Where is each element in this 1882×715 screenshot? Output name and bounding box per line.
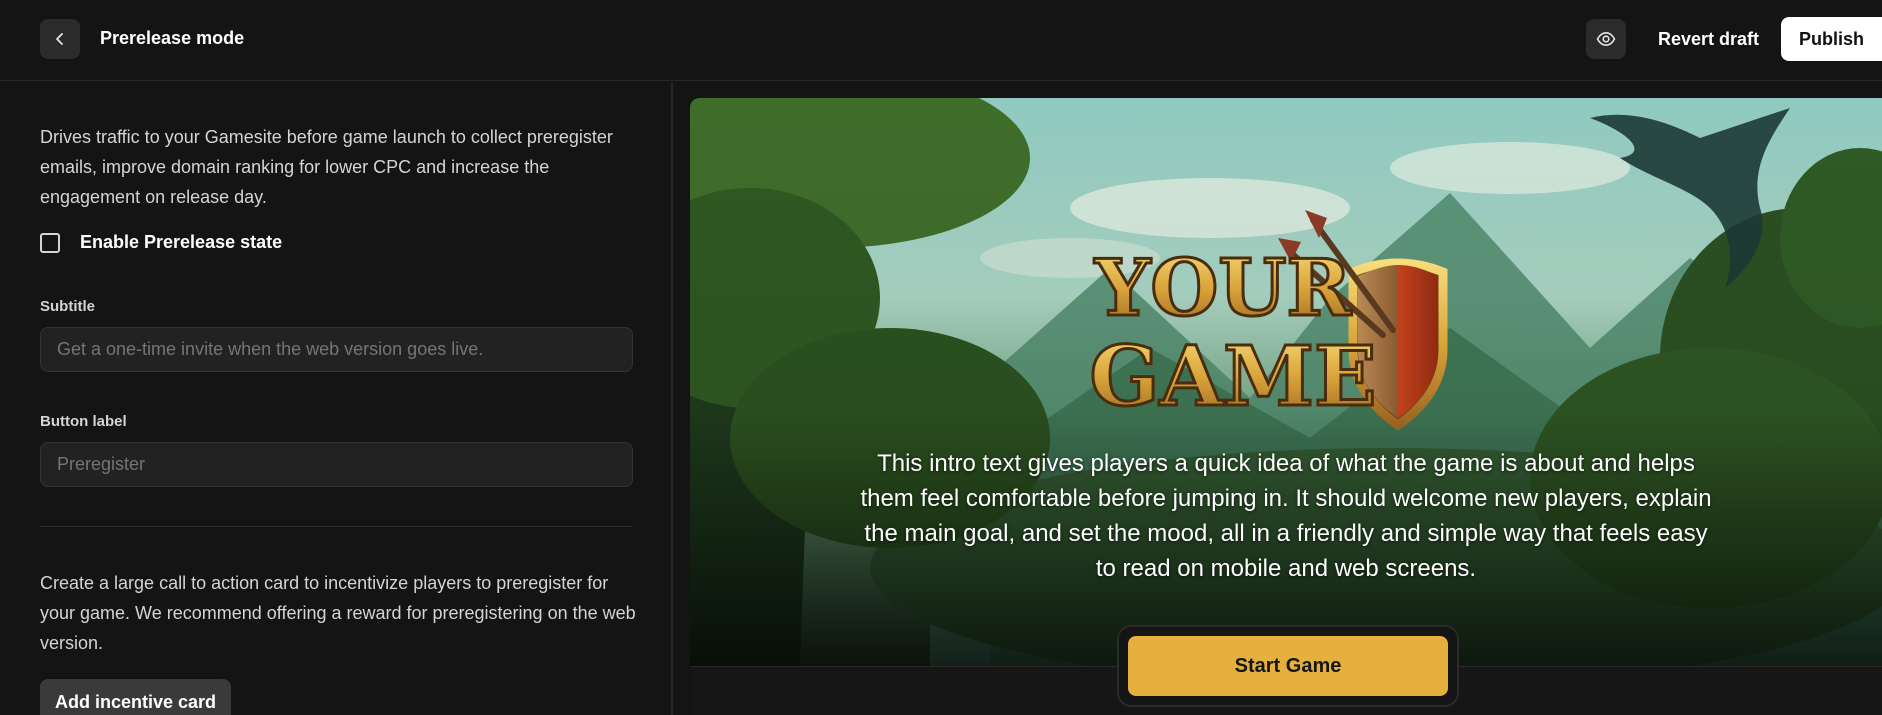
page-title: Prerelease mode [100, 28, 245, 48]
subtitle-input[interactable] [40, 327, 633, 372]
revert-draft-button[interactable]: Revert draft [1648, 19, 1769, 59]
top-bar: Prerelease mode Revert draft Publish [0, 0, 1882, 81]
logo-text-line-1: YOUR [1094, 243, 1353, 334]
chevron-left-icon [56, 33, 63, 45]
button-label-input[interactable] [40, 442, 633, 487]
eye-icon [1596, 31, 1616, 47]
publish-button[interactable]: Publish [1781, 17, 1882, 61]
start-game-button[interactable]: Start Game [1128, 636, 1448, 696]
section-divider [40, 526, 633, 527]
logo-text-line-2: GAME [1090, 329, 1377, 425]
preview-button[interactable] [1586, 19, 1626, 59]
back-button[interactable] [40, 19, 80, 59]
enable-prerelease-checkbox[interactable] [40, 232, 60, 253]
prerelease-description: Drives traffic to your Gamesite before g… [40, 127, 613, 207]
subtitle-label: Subtitle [40, 298, 95, 315]
site-preview: YOUR GAME This intro text gives players … [690, 98, 1882, 715]
intro-text: This intro text gives players a quick id… [860, 450, 1712, 582]
enable-prerelease-label: Enable Prerelease state [80, 232, 283, 252]
button-label-label: Button label [40, 413, 127, 430]
incentive-description: Create a large call to action card to in… [40, 573, 636, 653]
enable-prerelease-checkbox-row[interactable]: Enable Prerelease state [40, 232, 282, 253]
hero-section: YOUR GAME This intro text gives players … [690, 98, 1882, 667]
settings-panel: Drives traffic to your Gamesite before g… [0, 82, 673, 715]
game-logo: YOUR GAME [1088, 210, 1448, 431]
add-incentive-card-button[interactable]: Add incentive card [40, 679, 231, 715]
